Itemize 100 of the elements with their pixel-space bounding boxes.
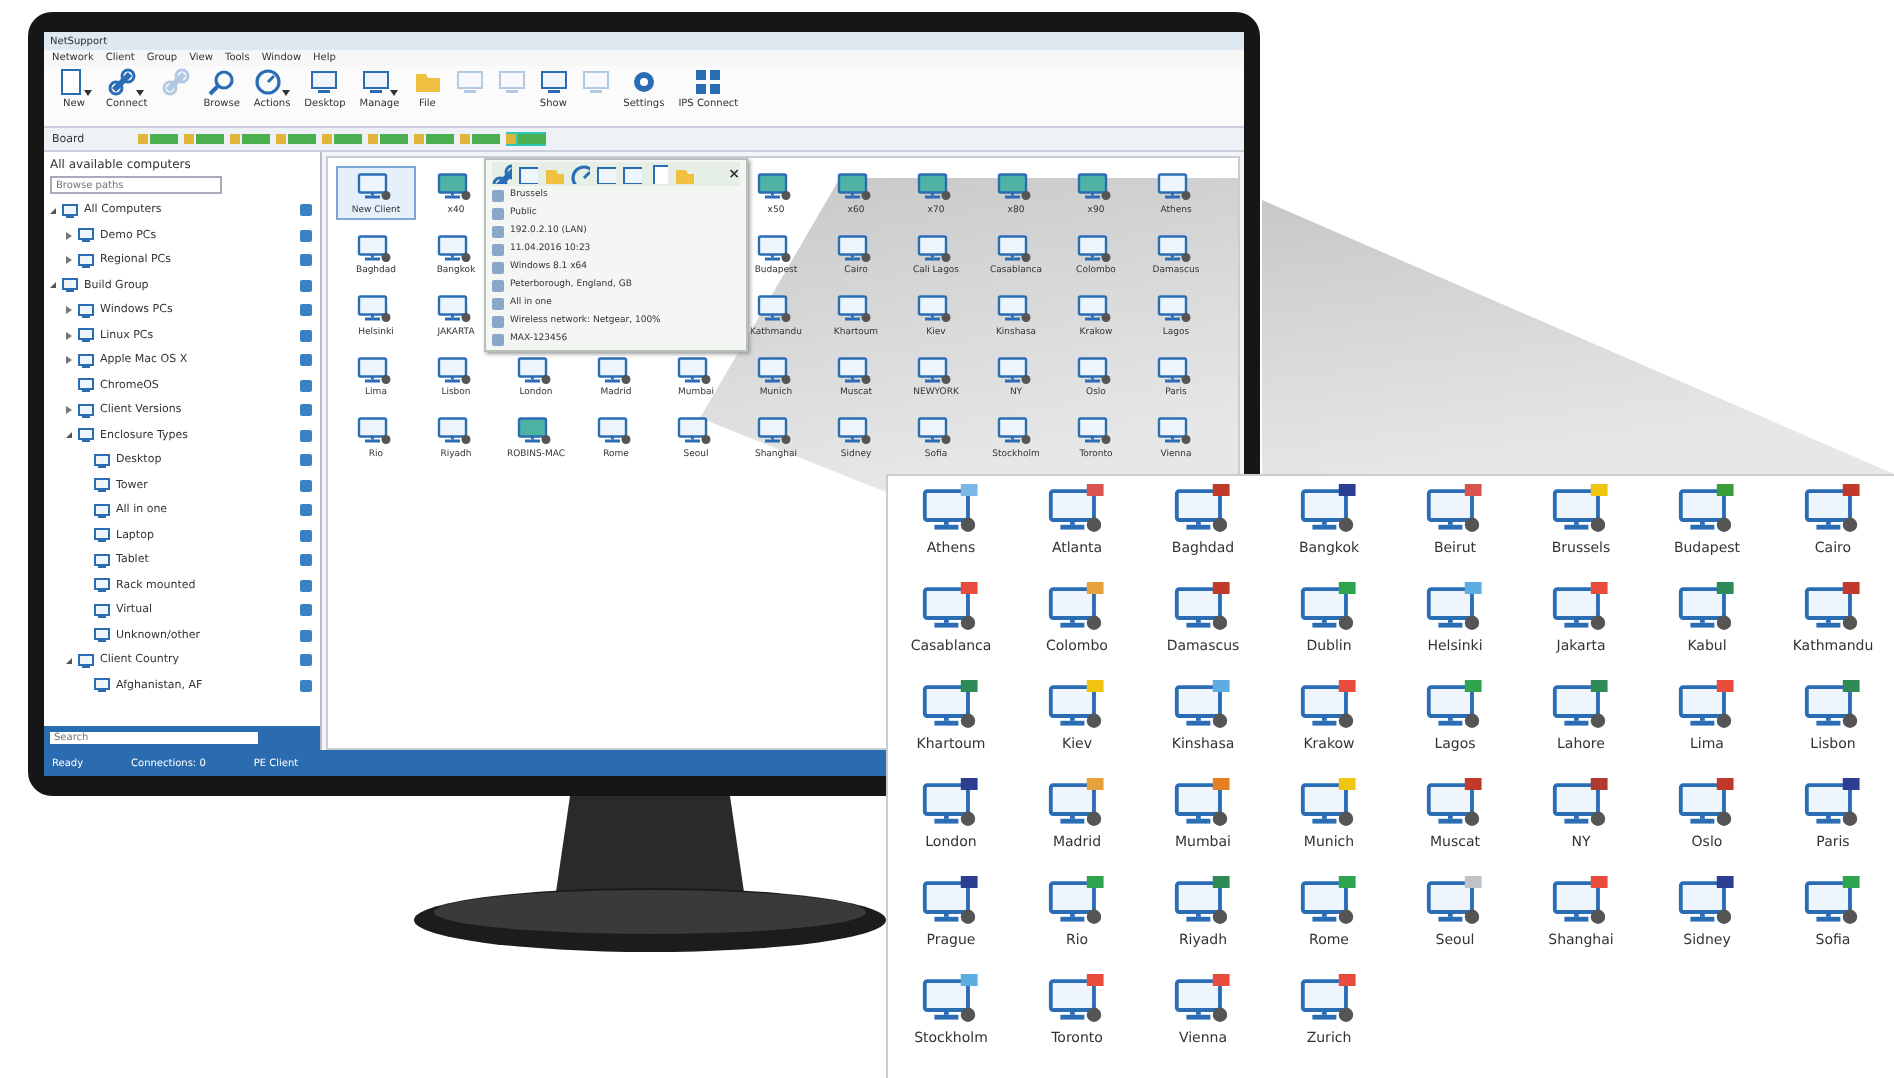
computer-icon [1158,417,1191,444]
computer-icon [1174,783,1227,826]
computer-icon [1078,356,1111,383]
computer-icon [922,979,975,1022]
computer-icon [94,528,110,543]
computer-icon [1174,685,1227,728]
computer-icon [1678,881,1731,924]
computer-icon [1300,489,1353,532]
computer-icon [1300,881,1353,924]
board-tab[interactable] [184,132,224,146]
computer-icon [94,678,110,693]
computer-icon [94,628,110,643]
computer-icon [1174,489,1227,532]
computer-icon [518,356,551,383]
computer-icon [78,403,94,418]
computer-icon [1678,685,1731,728]
computer-icon [94,503,110,518]
computer-icon [838,295,871,322]
expander-icon[interactable] [50,282,56,289]
computer-icon [1078,295,1111,322]
computer-icon [1426,489,1479,532]
monitor-icon[interactable] [518,164,538,184]
computer-icon [358,417,391,444]
page-icon[interactable] [648,164,668,184]
computer-icon [922,881,975,924]
computer-icon [1048,783,1101,826]
computer-icon [1078,173,1111,200]
expander-icon[interactable] [50,207,56,214]
computer-icon [1804,685,1857,728]
computer-icon [1174,979,1227,1022]
expander-icon[interactable] [66,432,72,439]
computer-icon [78,253,94,268]
monitor-icon [581,68,610,96]
computer-icon [1158,356,1191,383]
computer-icon [94,603,110,618]
computer-icon [1158,173,1191,200]
computer-icon [598,356,631,383]
computer-icon [998,417,1031,444]
computer-icon [358,173,391,200]
board-tab[interactable] [460,132,500,146]
computer-icon [438,173,471,200]
board-tab[interactable] [414,132,454,146]
computer-icon [1158,234,1191,261]
board-tab[interactable] [138,132,178,146]
computer-icon [438,295,471,322]
computer-icon [1300,685,1353,728]
computer-icon [1174,587,1227,630]
computer-icon [1048,881,1101,924]
computer-icon [678,417,711,444]
board-tab[interactable] [276,132,316,146]
computer-icon [1426,685,1479,728]
computer-icon [438,417,471,444]
computer-icon [438,356,471,383]
expander-icon[interactable] [66,331,72,340]
computer-icon [1804,783,1857,826]
board-tab[interactable] [322,132,362,146]
monitor-icon [310,68,339,96]
computer-icon [678,356,711,383]
computer-icon [1426,881,1479,924]
expander-icon[interactable] [66,356,72,365]
computer-icon [62,278,78,293]
computer-icon [1158,295,1191,322]
computer-icon [1300,979,1353,1022]
computer-icon [922,489,975,532]
link-icon [161,68,190,96]
computer-icon [758,234,791,261]
caret-icon [136,90,145,96]
computer-icon [758,417,791,444]
computer-icon [998,356,1031,383]
caret-icon [84,90,92,96]
computer-icon [1678,489,1731,532]
expander-icon[interactable] [66,306,72,315]
computer-icon [1048,587,1101,630]
expander-icon[interactable] [66,256,72,265]
board-tab[interactable] [368,132,408,146]
expander-icon[interactable] [66,406,72,415]
gauge-icon[interactable] [570,164,590,184]
computer-icon [918,295,951,322]
computer-icon [758,295,791,322]
board-tab[interactable] [230,132,270,146]
computer-icon [358,295,391,322]
computer-icon [1300,587,1353,630]
computer-icon [1048,685,1101,728]
computer-icon [918,417,951,444]
grid-icon [694,68,723,96]
link-icon[interactable] [492,164,512,184]
computer-icon [78,428,94,443]
computer-icon [1078,234,1111,261]
expander-icon[interactable] [66,657,72,664]
computer-icon [598,417,631,444]
link-icon [108,68,137,96]
caret-icon [282,90,291,96]
computer-icon [78,653,94,668]
search-icon [207,68,236,96]
computer-icon [1552,685,1605,728]
computer-icon [1804,587,1857,630]
computer-icon [94,553,110,568]
computer-icon [838,356,871,383]
computer-icon [78,228,94,243]
expander-icon[interactable] [66,231,72,240]
